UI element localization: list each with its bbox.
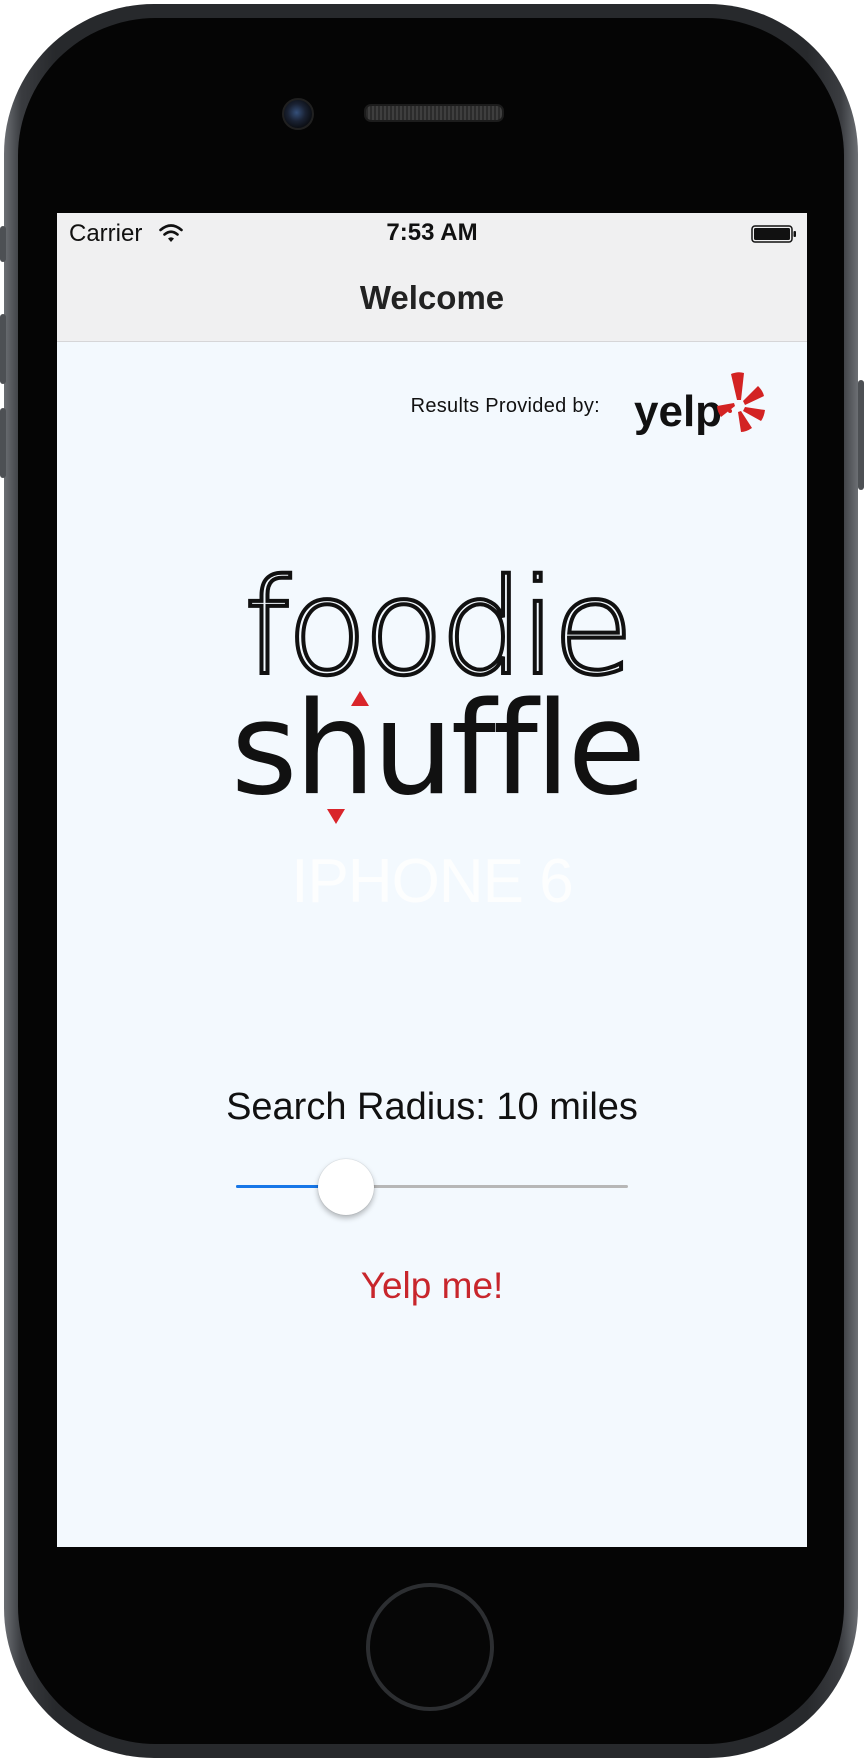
yelp-burst-icon bbox=[717, 372, 765, 432]
volume-up-button bbox=[0, 314, 6, 384]
earpiece-speaker bbox=[364, 104, 504, 122]
home-button[interactable] bbox=[366, 1583, 494, 1711]
nav-title: Welcome bbox=[359, 279, 505, 316]
radius-slider[interactable] bbox=[236, 1157, 628, 1217]
yelp-logo-wordmark: yelp bbox=[634, 387, 722, 436]
navigation-bar: Welcome bbox=[57, 253, 807, 342]
front-camera bbox=[282, 98, 314, 130]
attribution-text: Results Provided by: bbox=[410, 395, 600, 417]
foodie-shuffle-logo: foodie shuffle bbox=[231, 563, 646, 824]
yelp-me-button[interactable]: Yelp me! bbox=[57, 1265, 807, 1307]
status-bar: Carrier 7:53 AM bbox=[57, 213, 807, 253]
logo-word-shuffle: shuffle bbox=[231, 675, 643, 824]
battery-icon bbox=[751, 225, 796, 243]
search-radius-label: Search Radius: 10 miles bbox=[226, 1086, 638, 1128]
mute-switch bbox=[0, 226, 6, 262]
device-watermark: IPHONE 6 bbox=[291, 847, 573, 916]
status-time: 7:53 AM bbox=[386, 219, 478, 246]
volume-down-button bbox=[0, 408, 6, 478]
power-button bbox=[858, 380, 864, 490]
yelp-logo: yelp bbox=[634, 372, 765, 436]
app-screen: Carrier 7:53 AM Welcome Results Provided… bbox=[57, 213, 807, 1547]
slider-thumb[interactable] bbox=[317, 1159, 374, 1215]
